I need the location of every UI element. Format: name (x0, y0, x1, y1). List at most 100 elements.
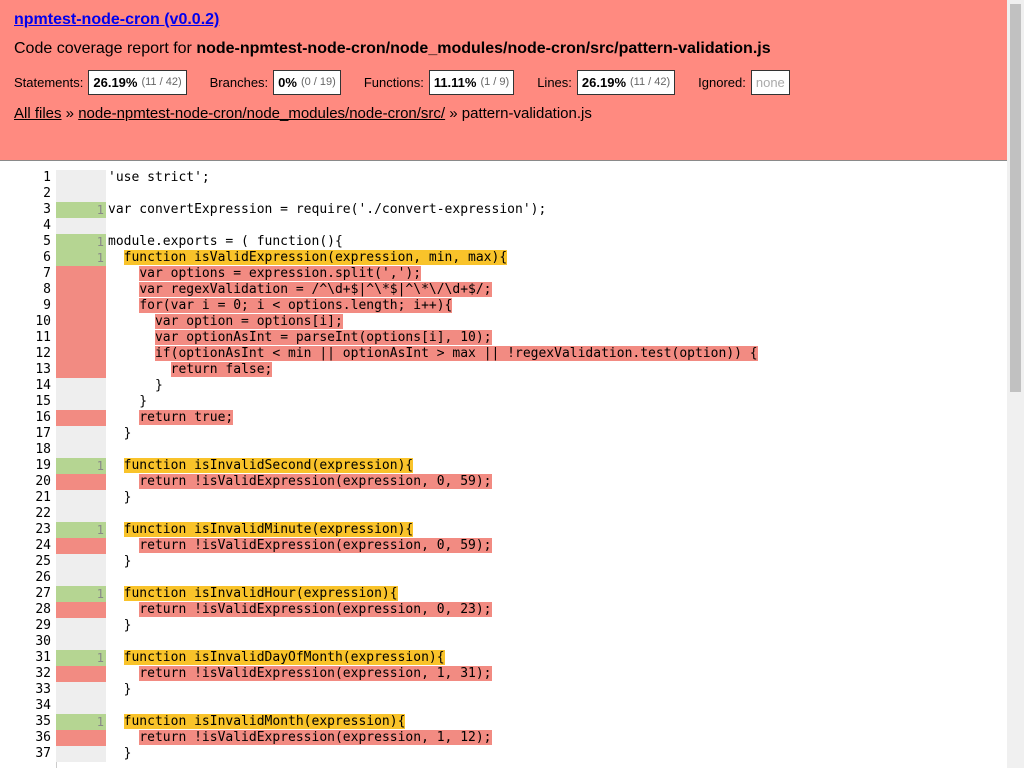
code-line: 33 } (0, 682, 1007, 698)
uncovered-statement: return !isValidExpression(expression, 0,… (139, 602, 492, 617)
hit-count (56, 442, 106, 458)
hit-count (56, 602, 106, 618)
title-prefix: Code coverage report for (14, 40, 197, 57)
uncovered-statement: for(var i = 0; i < options.length; i++){ (139, 298, 453, 313)
uncovered-function: function isInvalidMinute(expression){ (123, 522, 414, 537)
line-number[interactable]: 15 (0, 394, 51, 410)
source-text: } (108, 554, 132, 569)
hit-count: 1 (56, 522, 106, 538)
code-line: 9 for(var i = 0; i < options.length; i++… (0, 298, 1007, 314)
line-number[interactable]: 19 (0, 458, 51, 474)
line-number[interactable]: 26 (0, 570, 51, 586)
hit-count (56, 426, 106, 442)
hit-count (56, 746, 106, 762)
hit-count (56, 298, 106, 314)
source-text: var option = options[i]; (108, 314, 343, 330)
line-number[interactable]: 18 (0, 442, 51, 458)
code-line: 21 } (0, 490, 1007, 506)
code-line: 7 var options = expression.split(','); (0, 266, 1007, 282)
line-number[interactable]: 2 (0, 186, 51, 202)
line-number[interactable]: 34 (0, 698, 51, 714)
line-number[interactable]: 12 (0, 346, 51, 362)
line-number[interactable]: 4 (0, 218, 51, 234)
line-number[interactable]: 6 (0, 250, 51, 266)
stat-functions: Functions: 11.11% (1 / 9) (364, 70, 515, 95)
code-line: 34 (0, 698, 1007, 714)
code-line: 15 } (0, 394, 1007, 410)
line-number[interactable]: 35 (0, 714, 51, 730)
project-link[interactable]: npmtest-node-cron (v0.0.2) (14, 11, 219, 29)
page-title: Code coverage report for node-npmtest-no… (14, 40, 771, 58)
line-number[interactable]: 9 (0, 298, 51, 314)
stat-statements: Statements: 26.19% (11 / 42) (14, 70, 187, 95)
uncovered-function: function isInvalidDayOfMonth(expression)… (123, 650, 445, 665)
line-number[interactable]: 21 (0, 490, 51, 506)
line-number[interactable]: 36 (0, 730, 51, 746)
line-number[interactable]: 23 (0, 522, 51, 538)
line-number[interactable]: 32 (0, 666, 51, 682)
line-number[interactable]: 1 (0, 170, 51, 186)
line-number[interactable]: 11 (0, 330, 51, 346)
code-line: 28 return !isValidExpression(expression,… (0, 602, 1007, 618)
stat-box: 26.19% (11 / 42) (576, 70, 676, 95)
hit-count (56, 730, 106, 746)
line-number[interactable]: 10 (0, 314, 51, 330)
line-number[interactable]: 8 (0, 282, 51, 298)
source-text: function isInvalidHour(expression){ (108, 586, 398, 602)
line-number[interactable]: 14 (0, 378, 51, 394)
code-line: 23 1 function isInvalidMinute(expression)… (0, 522, 1007, 538)
source-text: return true; (108, 410, 234, 426)
line-number[interactable]: 5 (0, 234, 51, 250)
line-number[interactable]: 31 (0, 650, 51, 666)
hit-count (56, 554, 106, 570)
line-number[interactable]: 24 (0, 538, 51, 554)
line-number[interactable]: 37 (0, 746, 51, 762)
code-line: 10 var option = options[i]; (0, 314, 1007, 330)
line-number[interactable]: 25 (0, 554, 51, 570)
hit-count (56, 186, 106, 202)
code-line: 17 } (0, 426, 1007, 442)
line-number[interactable]: 16 (0, 410, 51, 426)
line-number[interactable]: 33 (0, 682, 51, 698)
hit-count (56, 378, 106, 394)
line-number[interactable]: 27 (0, 586, 51, 602)
stat-frac: (0 / 19) (300, 76, 336, 88)
code-line: 37 } (0, 746, 1007, 762)
uncovered-statement: return false; (170, 362, 273, 377)
code-line: 16 return true; (0, 410, 1007, 426)
scrollbar-thumb[interactable] (1010, 4, 1021, 392)
code-line: 61 function isValidExpression(expression… (0, 250, 1007, 266)
breadcrumb: All files » node-npmtest-node-cron/node_… (14, 105, 592, 122)
code-line: 27 1 function isInvalidHour(expression){ (0, 586, 1007, 602)
code-line: 24 return !isValidExpression(expression,… (0, 538, 1007, 554)
hit-count (56, 330, 106, 346)
stat-branches: Branches: 0% (0 / 19) (210, 70, 341, 95)
line-number[interactable]: 13 (0, 362, 51, 378)
source-text: var regexValidation = /^\d+$|^\*$|^\*\/\… (108, 282, 492, 298)
line-number[interactable]: 28 (0, 602, 51, 618)
line-number[interactable]: 30 (0, 634, 51, 650)
source-text: return !isValidExpression(expression, 0,… (108, 538, 492, 554)
vertical-scrollbar[interactable] (1007, 0, 1024, 768)
line-number[interactable]: 17 (0, 426, 51, 442)
file-path: node-npmtest-node-cron/node_modules/node… (196, 40, 771, 57)
code-line: 32 return !isValidExpression(expression,… (0, 666, 1007, 682)
hit-count (56, 698, 106, 714)
hit-count (56, 618, 106, 634)
line-number[interactable]: 7 (0, 266, 51, 282)
stat-label: Statements: (14, 75, 84, 90)
line-number[interactable]: 29 (0, 618, 51, 634)
hit-count (56, 570, 106, 586)
breadcrumb-all-files[interactable]: All files (14, 105, 62, 122)
hit-count (56, 170, 106, 186)
uncovered-function: function isValidExpression(expression, m… (123, 250, 508, 265)
source-text: function isInvalidSecond(expression){ (108, 458, 414, 474)
code-line: 31 1 function isInvalidDayOfMonth(express… (0, 650, 1007, 666)
breadcrumb-dir[interactable]: node-npmtest-node-cron/node_modules/node… (78, 105, 445, 122)
hit-count (56, 634, 106, 650)
stat-frac: (11 / 42) (630, 76, 671, 88)
line-number[interactable]: 20 (0, 474, 51, 490)
line-number[interactable]: 22 (0, 506, 51, 522)
source-text: } (108, 746, 132, 761)
line-number[interactable]: 3 (0, 202, 51, 218)
